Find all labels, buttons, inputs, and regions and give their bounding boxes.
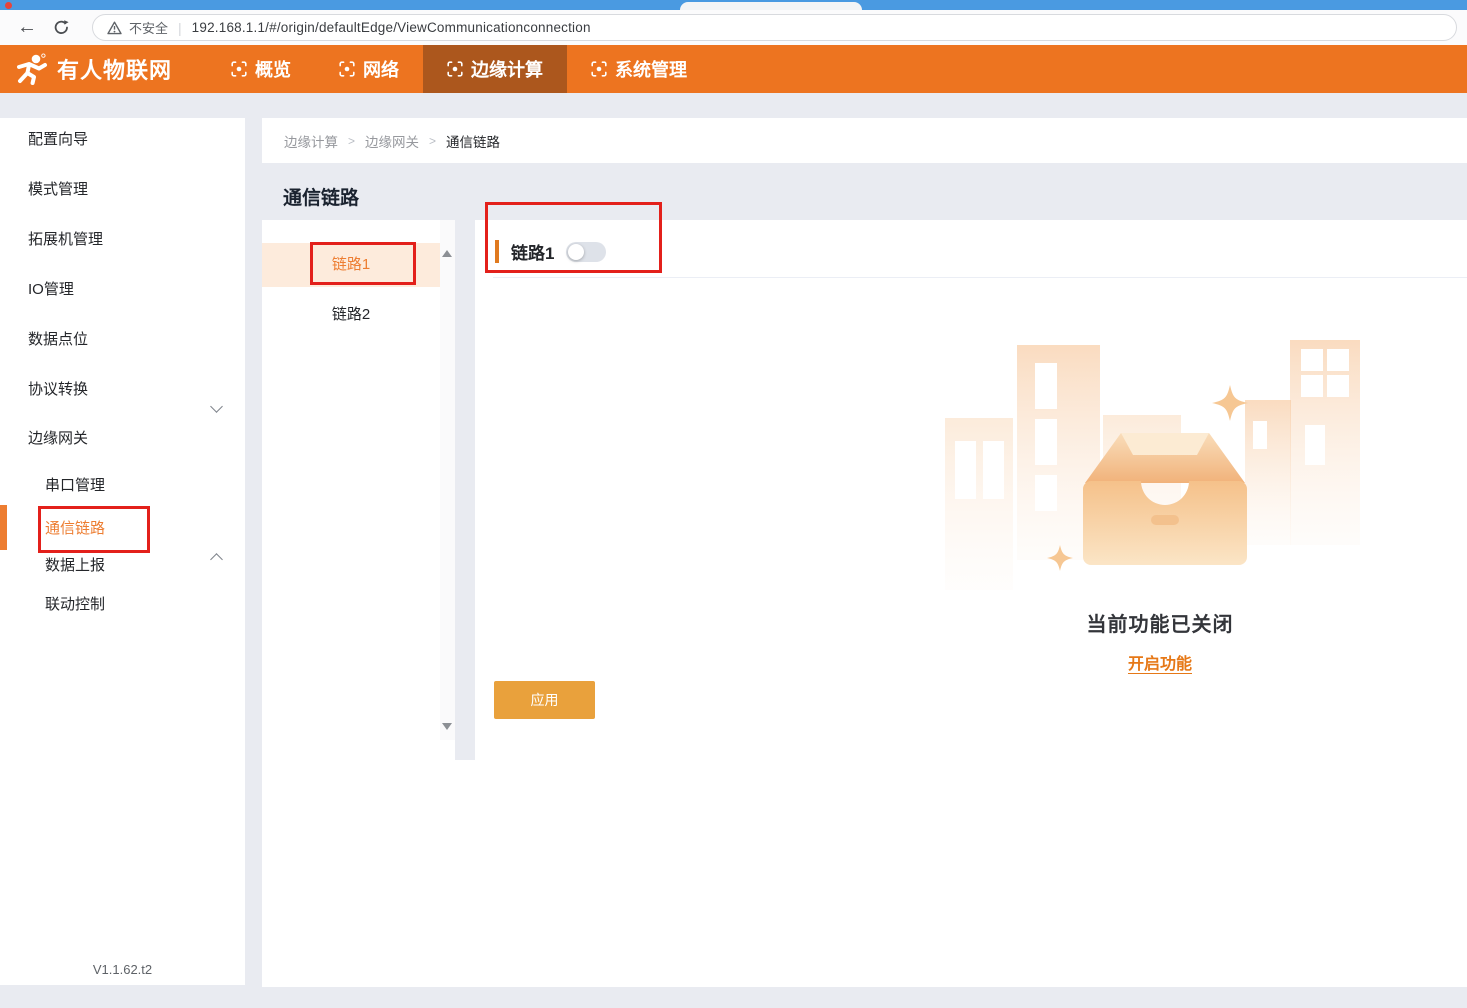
section-divider [493, 277, 1467, 278]
browser-toolbar: ← 不安全 | 192.168.1.1/#/origin/defaultEdge… [0, 10, 1467, 45]
link-tab-2[interactable]: 链路2 [262, 293, 440, 337]
app-navbar: 有人物联网 概览 网络 [0, 45, 1467, 93]
sidebar: 配置向导 模式管理 拓展机管理 IO管理 数据点位 协议转换 边缘网关 串口管理… [0, 118, 245, 985]
nav-label: 概览 [255, 56, 291, 82]
brand-title: 有人物联网 [57, 53, 172, 85]
panel-gutter [455, 220, 475, 760]
security-label: 不安全 [129, 18, 168, 37]
url-text: 192.168.1.1/#/origin/defaultEdge/ViewCom… [192, 20, 591, 35]
breadcrumb-separator: > [348, 134, 355, 148]
sidebar-item-linkage-control[interactable]: 联动控制 [45, 594, 105, 616]
sidebar-item-protocol-conversion[interactable]: 协议转换 [28, 379, 88, 401]
link-enable-toggle[interactable] [566, 242, 606, 262]
chevron-up-icon [210, 553, 223, 566]
nav-label: 边缘计算 [471, 56, 543, 82]
browser-tab[interactable] [680, 2, 862, 10]
refresh-icon [53, 19, 70, 36]
nav-item-network[interactable]: 网络 [315, 45, 423, 93]
brand-logo: 有人物联网 [15, 53, 207, 85]
firmware-version: V1.1.62.t2 [0, 962, 245, 977]
nav-label: 系统管理 [615, 56, 687, 82]
sidebar-item-data-reporting[interactable]: 数据上报 [45, 555, 105, 577]
nav-label: 网络 [363, 56, 399, 82]
address-bar[interactable]: 不安全 | 192.168.1.1/#/origin/defaultEdge/V… [92, 14, 1457, 41]
sidebar-item-config-wizard[interactable]: 配置向导 [28, 129, 88, 151]
refresh-button[interactable] [44, 19, 78, 36]
chevron-down-icon [210, 400, 223, 413]
scan-frame-icon [339, 61, 355, 77]
empty-state-title: 当前功能已关闭 [960, 608, 1360, 637]
apply-button[interactable]: 应用 [494, 681, 595, 719]
main-nav: 概览 网络 边缘计算 系统管 [207, 45, 711, 93]
sidebar-item-serial-management[interactable]: 串口管理 [45, 475, 105, 497]
breadcrumb: 边缘计算 > 边缘网关 > 通信链路 [262, 118, 1467, 163]
security-warning-icon[interactable] [107, 21, 122, 35]
scan-frame-icon [447, 61, 463, 77]
nav-item-edge-computing[interactable]: 边缘计算 [423, 45, 567, 93]
toggle-knob [568, 244, 584, 260]
sidebar-item-mode-management[interactable]: 模式管理 [28, 179, 88, 201]
nav-item-system-management[interactable]: 系统管理 [567, 45, 711, 93]
back-button[interactable]: ← [10, 10, 44, 45]
empty-state-illustration [945, 333, 1365, 595]
sidebar-item-data-points[interactable]: 数据点位 [28, 329, 88, 351]
sidebar-item-communication-link[interactable]: 通信链路 [45, 518, 105, 540]
usr-person-logo-icon [15, 53, 48, 85]
scan-frame-icon [231, 61, 247, 77]
breadcrumb-edge-computing[interactable]: 边缘计算 [284, 131, 338, 151]
section-accent-bar [495, 240, 499, 263]
browser-titlebar [0, 0, 1467, 10]
sidebar-item-extension-management[interactable]: 拓展机管理 [28, 229, 103, 251]
breadcrumb-edge-gateway[interactable]: 边缘网关 [365, 131, 419, 151]
scan-frame-icon [591, 61, 607, 77]
notification-dot-icon [5, 2, 12, 9]
link-tab-1[interactable]: 链路1 [262, 243, 440, 287]
nav-item-overview[interactable]: 概览 [207, 45, 315, 93]
list-scrollbar[interactable] [440, 220, 455, 740]
section-header: 链路1 [495, 239, 606, 264]
content-card: 链路1 链路2 链路1 [262, 220, 1467, 987]
sidebar-item-edge-gateway[interactable]: 边缘网关 [28, 428, 88, 450]
enable-function-link[interactable]: 开启功能 [1128, 656, 1192, 673]
scroll-down-icon[interactable] [442, 723, 452, 730]
sidebar-item-io-management[interactable]: IO管理 [28, 279, 74, 301]
screen: ← 不安全 | 192.168.1.1/#/origin/defaultEdge… [0, 0, 1467, 1008]
breadcrumb-current-page: 通信链路 [446, 131, 500, 151]
breadcrumb-separator: > [429, 134, 436, 148]
address-separator: | [178, 20, 182, 36]
page-title: 通信链路 [283, 183, 359, 210]
scroll-up-icon[interactable] [442, 250, 452, 257]
active-item-indicator [0, 505, 7, 550]
section-title: 链路1 [511, 239, 554, 264]
